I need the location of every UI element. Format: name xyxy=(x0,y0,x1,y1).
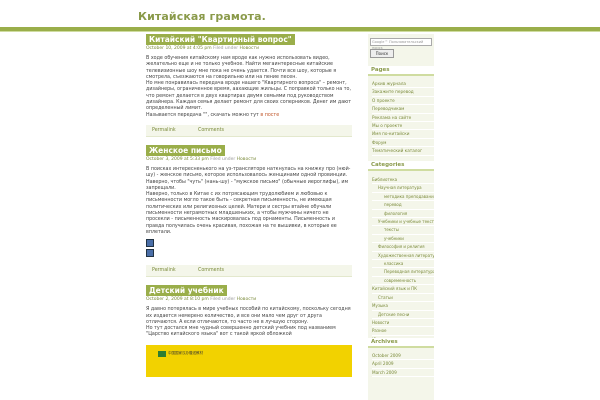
post-meta: October 3, 2009 at 5:33 pm Filed under Н… xyxy=(146,157,358,162)
post-filed-label: Filed under xyxy=(210,156,236,162)
book-cover-caption: 中国国家汉办赠送教材 xyxy=(168,350,203,355)
post-title[interactable]: Китайский "Квартирный вопрос" xyxy=(146,34,295,45)
book-cover-image: 中国国家汉办赠送教材 xyxy=(146,344,352,377)
post-title[interactable]: Детский учебник xyxy=(146,285,227,297)
post-body: В поисках интересненького на уз-транслят… xyxy=(146,167,352,236)
sidebar-category-link[interactable]: Философия и религия xyxy=(372,243,434,252)
sidebar-category-link[interactable]: Музыка xyxy=(372,302,434,311)
sidebar-category-link[interactable]: тексты xyxy=(372,226,434,235)
share-icon[interactable] xyxy=(146,239,154,248)
sidebar-page-link[interactable]: Тематический каталог xyxy=(372,147,434,156)
pages-heading: Pages xyxy=(368,66,434,76)
sidebar-category-link[interactable]: методика преподавания xyxy=(372,193,434,202)
sidebar-page-link[interactable]: Реклама на сайте xyxy=(372,114,434,123)
sidebar-category-link[interactable]: учебники xyxy=(372,235,434,244)
permalink-link[interactable]: Permalink xyxy=(152,128,176,133)
sidebar-category-link[interactable]: Художественная литература xyxy=(372,252,434,261)
share-icons xyxy=(146,239,358,259)
hanban-logo-icon xyxy=(158,350,166,357)
post-category-link[interactable]: Новости xyxy=(237,157,257,162)
sidebar-page-link[interactable]: Имя по-китайски xyxy=(372,130,434,139)
post-body: Я давно потерялась в мире учебных пособи… xyxy=(146,307,352,338)
sidebar-category-link[interactable]: Детские песни xyxy=(372,311,434,319)
archives-heading: Archives xyxy=(368,338,434,348)
categories-list: Библиотека Научная литература методика пре… xyxy=(372,176,434,345)
post-title[interactable]: Женское письмо xyxy=(146,144,225,156)
post-paragraph: В поисках интересненького на уз-транслят… xyxy=(146,166,351,191)
post-date: October 3, 2009 at 5:33 pm xyxy=(146,156,209,162)
post: Детский учебник October 2, 2009 at 8:10 … xyxy=(138,285,358,377)
site-header: Китайская грамота. xyxy=(0,0,600,27)
post-meta: October 10, 2009 at 4:05 pm Filed under … xyxy=(146,46,358,51)
sidebar-archive-link[interactable]: October 2009 xyxy=(372,352,434,361)
post-footer: Permalink Comments xyxy=(146,124,352,137)
post-meta: October 2, 2009 at 8:10 pm Filed under Н… xyxy=(146,297,358,302)
main-content: Китайский "Квартирный вопрос" October 10… xyxy=(138,34,358,400)
post-paragraph-text: Называется передача "", скачать можно ту… xyxy=(146,112,259,118)
sidebar-page-link[interactable]: Переводчикам xyxy=(372,105,434,114)
post-body: В ходе обучения китайскому нам вроде как… xyxy=(146,56,352,119)
heading-divider xyxy=(368,74,434,76)
read-more-link[interactable]: в посте xyxy=(260,113,279,118)
sidebar-category-link[interactable]: классика xyxy=(372,260,434,269)
post-date: October 10, 2009 at 4:05 pm xyxy=(146,46,212,51)
sidebar-page-link[interactable]: Закажите перевод xyxy=(372,88,434,97)
post: Женское письмо October 3, 2009 at 5:33 p… xyxy=(138,144,358,278)
post-filed-label: Filed under xyxy=(213,46,239,51)
sidebar-category-link[interactable]: Новости xyxy=(372,319,434,328)
sidebar-category-link[interactable]: Разное xyxy=(372,327,434,336)
sidebar-category-link[interactable]: Статьи xyxy=(372,294,434,303)
sidebar-category-link[interactable]: перевод xyxy=(372,201,434,210)
sidebar: Google™ Пользовательский поиск Поиск Pag… xyxy=(368,34,434,400)
post-date: October 2, 2009 at 8:10 pm xyxy=(146,297,209,303)
sidebar-page-link[interactable]: Архив журнала xyxy=(372,80,434,89)
post-category-link[interactable]: Новости xyxy=(237,297,257,302)
heading-divider xyxy=(368,346,434,348)
archives-list: October 2009 April 2009 March 2009 xyxy=(372,352,434,378)
sidebar-archive-link[interactable]: April 2009 xyxy=(372,360,434,369)
sidebar-category-link[interactable]: Библиотека xyxy=(372,176,434,185)
sidebar-category-link[interactable]: филология xyxy=(372,210,434,219)
share-icon[interactable] xyxy=(146,249,154,258)
post: Китайский "Квартирный вопрос" October 10… xyxy=(138,34,358,137)
post-paragraph: Но тут достался мне чудный совершенно де… xyxy=(146,326,336,338)
post-paragraph: Но мне понравилась передача вроде нашего… xyxy=(146,81,352,112)
permalink-link[interactable]: Permalink xyxy=(152,268,176,273)
post-filed-label: Filed under xyxy=(210,297,236,303)
categories-heading: Categories xyxy=(368,161,434,171)
heading-divider xyxy=(368,169,434,171)
sidebar-category-link[interactable]: Китайский язык и ПК xyxy=(372,285,434,294)
post-paragraph: В ходе обучения китайскому нам вроде как… xyxy=(146,56,337,80)
post-category-link[interactable]: Новости xyxy=(240,46,260,51)
pages-list: Архив журнала Закажите перевод О проекте Пе… xyxy=(372,80,434,156)
post-footer: Permalink Comments xyxy=(146,265,352,278)
archives-heading-label: Archives xyxy=(371,339,398,345)
site-title[interactable]: Китайская грамота. xyxy=(138,10,266,23)
search-input[interactable]: Google™ Пользовательский поиск xyxy=(370,38,432,50)
comments-link[interactable]: Comments xyxy=(198,268,224,273)
post-paragraph: Я давно потерялась в мире учебных пособи… xyxy=(146,307,351,325)
sidebar-page-link[interactable]: Форум xyxy=(372,139,434,148)
pages-heading-label: Pages xyxy=(371,67,390,73)
sidebar-category-link[interactable]: Учебники и учебные тексты xyxy=(372,218,434,227)
post-paragraph: Наверно, только в Китае с их потрясающим… xyxy=(146,192,337,235)
sidebar-page-link[interactable]: О проекте xyxy=(372,97,434,106)
post-paragraph: Называется передача "", скачать можно ту… xyxy=(146,113,352,119)
sidebar-page-link[interactable]: Мы о проекте xyxy=(372,122,434,131)
sidebar-category-link[interactable]: Научная литература xyxy=(372,184,434,193)
comments-link[interactable]: Comments xyxy=(198,128,224,133)
sidebar-archive-link[interactable]: March 2009 xyxy=(372,369,434,378)
sidebar-category-link[interactable]: современность xyxy=(372,277,434,286)
search-widget: Google™ Пользовательский поиск Поиск xyxy=(370,38,432,58)
header-divider xyxy=(0,31,600,32)
categories-heading-label: Categories xyxy=(371,162,405,168)
sidebar-category-link[interactable]: Переводная литература xyxy=(372,268,434,277)
